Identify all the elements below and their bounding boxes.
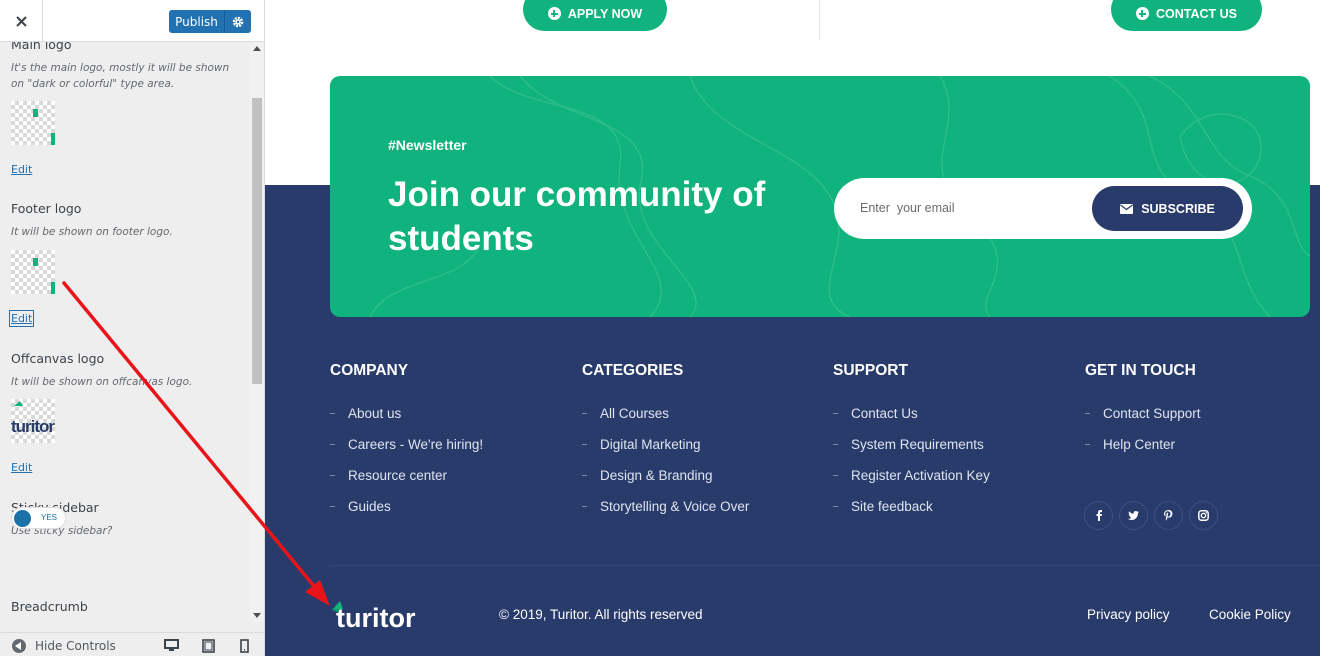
copyright-text: © 2019, Turitor. All rights reserved	[499, 607, 703, 622]
footer-link[interactable]: About us	[330, 406, 483, 437]
close-icon	[15, 15, 27, 27]
footer-logo-thumbnail[interactable]	[11, 250, 55, 294]
footer-column-company: COMPANY About us Careers - We're hiring!…	[330, 362, 570, 514]
hide-controls-button[interactable]: Hide Controls	[12, 638, 116, 654]
publish-button[interactable]: Publish	[169, 10, 224, 33]
close-customizer-button[interactable]	[0, 0, 43, 42]
turitor-logo-icon: turitor	[11, 401, 55, 436]
plus-circle-icon	[1135, 7, 1149, 20]
footer-logo-edit-link[interactable]: Edit	[8, 310, 35, 327]
footer-divider	[330, 565, 1320, 566]
footer-link[interactable]: Register Activation Key	[833, 468, 990, 499]
column-title: SUPPORT	[833, 362, 908, 379]
toggle-knob	[14, 510, 31, 527]
pinterest-icon[interactable]	[1154, 501, 1183, 530]
footer-link[interactable]: Resource center	[330, 468, 483, 499]
link-list: All Courses Digital Marketing Design & B…	[582, 406, 749, 530]
svg-text:turitor: turitor	[11, 417, 55, 436]
email-input[interactable]	[860, 196, 1080, 220]
cookie-policy-link[interactable]: Cookie Policy	[1209, 607, 1291, 622]
footer-logo-title: Footer logo	[11, 201, 82, 216]
footer-link[interactable]: System Requirements	[833, 437, 990, 468]
footer-link[interactable]: Guides	[330, 499, 483, 530]
main-logo-thumbnail[interactable]	[11, 101, 55, 145]
footer-link[interactable]: Site feedback	[833, 499, 990, 530]
site-preview: APPLY NOW CONTACT US #Newsletter Join ou…	[265, 0, 1320, 656]
scroll-up-icon[interactable]	[253, 46, 261, 51]
offcanvas-logo-description: It will be shown on offcanvas logo.	[11, 376, 193, 388]
footer-link[interactable]: All Courses	[582, 406, 749, 437]
turitor-logo[interactable]: turitor	[330, 598, 442, 634]
footer-column-get-in-touch: GET IN TOUCH Contact Support Help Center	[1085, 362, 1320, 452]
publish-settings-button[interactable]	[224, 10, 251, 33]
newsletter-form: SUBSCRIBE	[834, 178, 1252, 239]
column-title: COMPANY	[330, 362, 409, 379]
cta-divider	[819, 0, 820, 40]
svg-text:turitor: turitor	[336, 603, 416, 633]
mobile-icon[interactable]	[240, 639, 249, 653]
contact-us-button[interactable]: CONTACT US	[1111, 0, 1262, 31]
scroll-down-icon[interactable]	[253, 613, 261, 618]
newsletter-box: #Newsletter Join our community of studen…	[330, 76, 1310, 317]
apply-now-button[interactable]: APPLY NOW	[523, 0, 667, 31]
plus-circle-icon	[547, 7, 561, 20]
customizer-footer: Hide Controls	[0, 632, 264, 656]
footer-link[interactable]: Contact Us	[833, 406, 990, 437]
newsletter-title: Join our community of students	[388, 175, 766, 258]
link-list: About us Careers - We're hiring! Resourc…	[330, 406, 483, 530]
footer-link[interactable]: Help Center	[1085, 437, 1201, 468]
instagram-icon[interactable]	[1189, 501, 1218, 530]
contact-us-label: CONTACT US	[1155, 6, 1237, 21]
desktop-icon[interactable]	[164, 639, 179, 652]
scrollbar-thumb[interactable]	[252, 98, 262, 384]
social-links	[1084, 501, 1218, 530]
tablet-icon[interactable]	[202, 639, 215, 653]
customizer-sidebar: Publish Main logo It's the main logo, mo…	[0, 0, 265, 656]
facebook-icon[interactable]	[1084, 501, 1113, 530]
offcanvas-logo-title: Offcanvas logo	[11, 351, 105, 366]
link-list: Contact Us System Requirements Register …	[833, 406, 990, 530]
main-logo-title: Main logo	[11, 42, 72, 52]
gear-icon	[232, 16, 244, 27]
footer-link[interactable]: Contact Support	[1085, 406, 1201, 437]
footer-logo-description: It will be shown on footer logo.	[11, 226, 173, 238]
subscribe-button[interactable]: SUBSCRIBE	[1092, 186, 1243, 231]
main-logo-description: It's the main logo, mostly it will be sh…	[11, 62, 230, 90]
column-title: GET IN TOUCH	[1085, 362, 1196, 379]
subscribe-label: SUBSCRIBE	[1141, 201, 1215, 216]
breadcrumb-title: Breadcrumb	[11, 599, 88, 614]
link-list: Contact Support Help Center	[1085, 406, 1201, 468]
customizer-header: Publish	[0, 0, 264, 42]
newsletter-tag: #Newsletter	[388, 137, 467, 153]
privacy-policy-link[interactable]: Privacy policy	[1087, 607, 1170, 622]
hide-controls-label: Hide Controls	[35, 639, 116, 653]
collapse-icon	[12, 639, 26, 653]
footer-link[interactable]: Storytelling & Voice Over	[582, 499, 749, 530]
offcanvas-logo-edit-link[interactable]: Edit	[11, 461, 32, 474]
sticky-sidebar-toggle[interactable]: YES	[11, 507, 66, 529]
toggle-label: YES	[41, 513, 58, 522]
sidebar-scrollbar[interactable]	[250, 42, 264, 622]
offcanvas-logo-thumbnail[interactable]: turitor	[11, 399, 55, 443]
footer-column-categories: CATEGORIES All Courses Digital Marketing…	[582, 362, 822, 514]
customizer-controls: Main logo It's the main logo, mostly it …	[0, 42, 250, 622]
main-logo-edit-link[interactable]: Edit	[11, 163, 32, 176]
footer-column-support: SUPPORT Contact Us System Requirements R…	[833, 362, 1073, 514]
twitter-icon[interactable]	[1119, 501, 1148, 530]
apply-now-label: APPLY NOW	[567, 6, 643, 21]
column-title: CATEGORIES	[582, 362, 684, 379]
envelope-icon	[1120, 203, 1134, 214]
footer-link[interactable]: Design & Branding	[582, 468, 749, 499]
footer-link[interactable]: Careers - We're hiring!	[330, 437, 483, 468]
footer-link[interactable]: Digital Marketing	[582, 437, 749, 468]
